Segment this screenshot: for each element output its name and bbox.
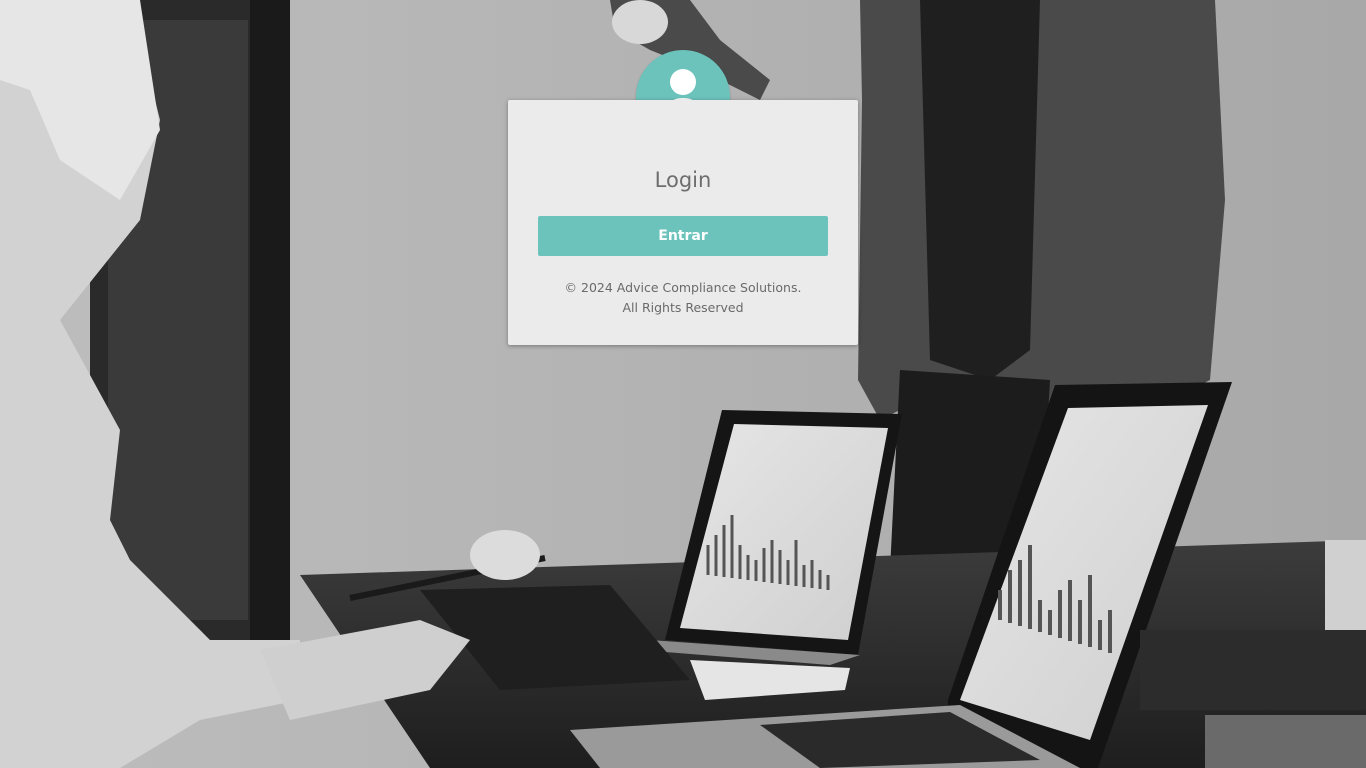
login-card: Login Entrar © 2024 Advice Compliance So…	[508, 100, 858, 345]
rights-line: All Rights Reserved	[622, 300, 744, 315]
login-title: Login	[654, 168, 712, 192]
copyright-footer: © 2024 Advice Compliance Solutions. All …	[508, 278, 858, 318]
copyright-line: © 2024 Advice Compliance Solutions.	[564, 280, 802, 295]
login-button[interactable]: Entrar	[538, 216, 828, 256]
